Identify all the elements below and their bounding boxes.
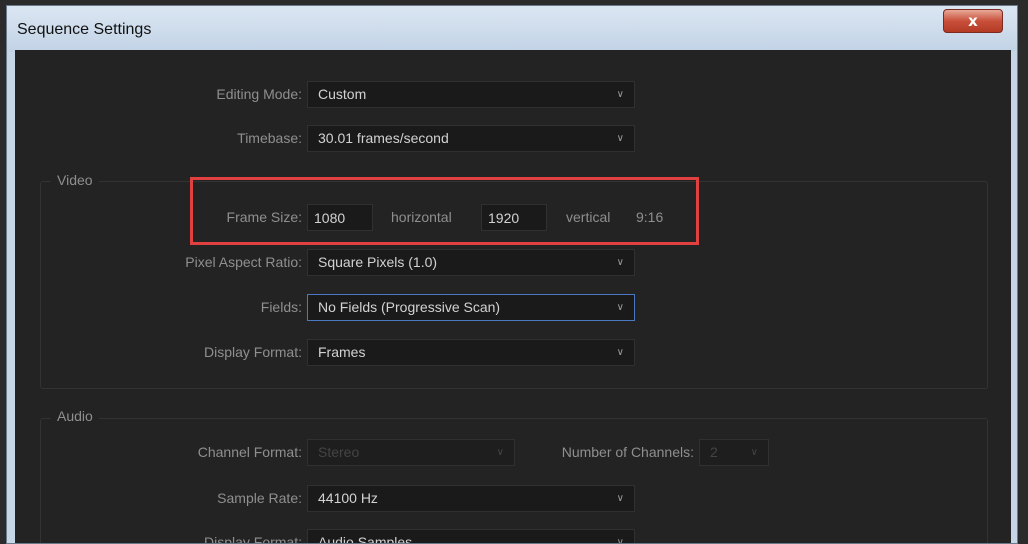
editing-mode-value: Custom xyxy=(318,86,367,102)
pixel-aspect-ratio-value: Square Pixels (1.0) xyxy=(318,254,438,270)
chevron-down-icon: ∨ xyxy=(616,493,624,504)
editing-mode-dropdown[interactable]: Custom ∨ xyxy=(307,81,635,108)
chevron-down-icon: ∨ xyxy=(750,447,758,458)
channel-format-dropdown[interactable]: Stereo ∨ xyxy=(307,439,515,466)
number-of-channels-label: Number of Channels: xyxy=(561,444,694,460)
audio-group-title: Audio xyxy=(51,408,99,424)
sample-rate-label: Sample Rate: xyxy=(217,490,302,506)
channel-format-value: Stereo xyxy=(318,444,360,460)
dialog-content: Editing Mode: Custom ∨ Timebase: 30.01 f… xyxy=(15,50,1011,544)
number-of-channels-dropdown[interactable]: 2 ∨ xyxy=(699,439,769,466)
sample-rate-dropdown[interactable]: 44100 Hz ∨ xyxy=(307,485,635,512)
close-button[interactable]: x xyxy=(943,9,1003,33)
title-bar: Sequence Settings x xyxy=(7,6,1017,52)
video-group-title: Video xyxy=(51,172,99,188)
video-display-format-label: Display Format: xyxy=(203,344,302,360)
video-display-format-value: Frames xyxy=(318,344,366,360)
chevron-down-icon: ∨ xyxy=(616,133,624,144)
chevron-down-icon: ∨ xyxy=(616,257,624,268)
chevron-down-icon: ∨ xyxy=(496,447,504,458)
timebase-dropdown[interactable]: 30.01 frames/second ∨ xyxy=(307,125,635,152)
video-display-format-dropdown[interactable]: Frames ∨ xyxy=(307,339,635,366)
chevron-down-icon: ∨ xyxy=(616,302,624,313)
number-of-channels-value: 2 xyxy=(710,444,718,460)
close-icon: x xyxy=(968,12,978,30)
audio-display-format-label: Display Format: xyxy=(203,534,302,544)
frame-width-input[interactable]: 1080 xyxy=(307,204,373,231)
audio-display-format-dropdown[interactable]: Audio Samples ∨ xyxy=(307,529,635,544)
vertical-label: vertical xyxy=(566,209,611,225)
aspect-ratio-value: 9:16 xyxy=(636,209,664,225)
timebase-label: Timebase: xyxy=(237,130,302,146)
timebase-value: 30.01 frames/second xyxy=(318,130,449,146)
fields-value: No Fields (Progressive Scan) xyxy=(318,299,501,315)
dialog-title: Sequence Settings xyxy=(17,21,152,38)
audio-display-format-value: Audio Samples xyxy=(318,534,413,544)
fields-dropdown[interactable]: No Fields (Progressive Scan) ∨ xyxy=(307,294,635,321)
audio-group xyxy=(40,418,988,543)
horizontal-label: horizontal xyxy=(391,209,452,225)
frame-size-label: Frame Size: xyxy=(226,209,302,225)
sequence-settings-dialog: Sequence Settings x Editing Mode: Custom… xyxy=(6,5,1018,544)
channel-format-label: Channel Format: xyxy=(197,444,302,460)
editing-mode-label: Editing Mode: xyxy=(216,86,302,102)
chevron-down-icon: ∨ xyxy=(616,537,624,544)
sample-rate-value: 44100 Hz xyxy=(318,490,378,506)
pixel-aspect-ratio-label: Pixel Aspect Ratio: xyxy=(185,254,302,270)
frame-height-input[interactable]: 1920 xyxy=(481,204,547,231)
pixel-aspect-ratio-dropdown[interactable]: Square Pixels (1.0) ∨ xyxy=(307,249,635,276)
fields-label: Fields: xyxy=(260,299,302,315)
chevron-down-icon: ∨ xyxy=(616,89,624,100)
chevron-down-icon: ∨ xyxy=(616,347,624,358)
